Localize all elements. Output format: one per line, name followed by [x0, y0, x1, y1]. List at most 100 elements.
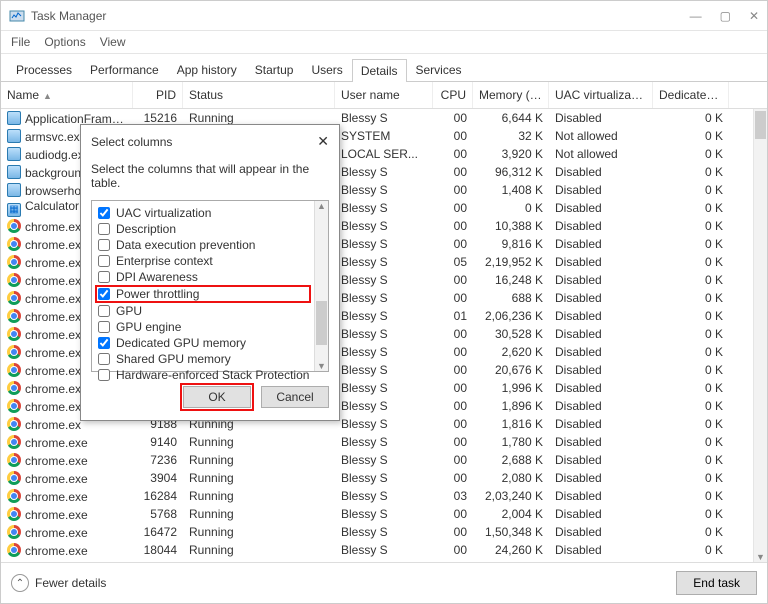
col-cpu[interactable]: CPU: [433, 82, 473, 108]
table-row[interactable]: chrome.exe16284RunningBlessy S032,03,240…: [1, 487, 767, 505]
scroll-down-arrow[interactable]: ▼: [754, 552, 767, 562]
process-pid: 3904: [133, 470, 183, 486]
tab-startup[interactable]: Startup: [246, 58, 303, 81]
titlebar[interactable]: Task Manager — ▢ ✕: [1, 1, 767, 31]
tab-details[interactable]: Details: [352, 59, 407, 82]
col-ded[interactable]: Dedicated ...: [653, 82, 729, 108]
tab-services[interactable]: Services: [407, 58, 471, 81]
process-pid: 9140: [133, 434, 183, 450]
process-icon: [7, 399, 21, 413]
end-task-button[interactable]: End task: [676, 571, 757, 595]
column-checkbox[interactable]: [98, 288, 110, 300]
table-row[interactable]: chrome.exe18044RunningBlessy S0024,260 K…: [1, 541, 767, 559]
col-status[interactable]: Status: [183, 82, 335, 108]
menu-file[interactable]: File: [11, 35, 30, 49]
column-checkbox[interactable]: [98, 305, 110, 317]
tab-app-history[interactable]: App history: [168, 58, 246, 81]
col-uac[interactable]: UAC virtualizati...: [549, 82, 653, 108]
column-checkbox[interactable]: [98, 207, 110, 219]
scrollbar-thumb[interactable]: [755, 111, 766, 139]
table-row[interactable]: chrome.exe5768RunningBlessy S002,004 KDi…: [1, 505, 767, 523]
column-checkbox[interactable]: [98, 239, 110, 251]
column-option[interactable]: UAC virtualization: [98, 205, 328, 221]
column-checkbox[interactable]: [98, 353, 110, 365]
table-row[interactable]: chrome.exe16472RunningBlessy S001,50,348…: [1, 523, 767, 541]
table-row[interactable]: chrome.exe3904RunningBlessy S002,080 KDi…: [1, 469, 767, 487]
column-option[interactable]: Enterprise context: [98, 253, 328, 269]
column-option-label: Shared GPU memory: [116, 352, 231, 366]
tab-bar: ProcessesPerformanceApp historyStartupUs…: [1, 54, 767, 82]
tab-performance[interactable]: Performance: [81, 58, 168, 81]
column-option[interactable]: GPU engine: [98, 319, 328, 335]
column-checkbox[interactable]: [98, 369, 110, 381]
process-mem: 30,528 K: [473, 326, 549, 342]
cancel-button[interactable]: Cancel: [261, 386, 329, 408]
process-icon: [7, 345, 21, 359]
ok-button[interactable]: OK: [183, 386, 251, 408]
list-scrollbar[interactable]: ▲ ▼: [314, 201, 328, 371]
process-cpu: 00: [433, 524, 473, 540]
select-columns-dialog: Select columns ✕ Select the columns that…: [80, 124, 340, 421]
table-row[interactable]: chrome.exe9140RunningBlessy S001,780 KDi…: [1, 433, 767, 451]
process-uac: Disabled: [549, 470, 653, 486]
process-uac: Disabled: [549, 308, 653, 324]
scroll-up-arrow[interactable]: ▲: [315, 201, 328, 211]
process-cpu: 00: [433, 200, 473, 216]
column-option[interactable]: Description: [98, 221, 328, 237]
process-status: Running: [183, 524, 335, 540]
maximize-button[interactable]: ▢: [720, 9, 731, 23]
process-cpu: 00: [433, 326, 473, 342]
process-ded: 0 K: [653, 200, 729, 216]
col-pid[interactable]: PID: [133, 82, 183, 108]
task-manager-icon: [9, 8, 25, 24]
fewer-details-button[interactable]: ⌃ Fewer details: [11, 574, 106, 592]
column-checkbox[interactable]: [98, 223, 110, 235]
process-user: Blessy S: [335, 542, 433, 558]
col-mem[interactable]: Memory (ac...: [473, 82, 549, 108]
minimize-button[interactable]: —: [690, 9, 702, 23]
process-name: chrome.ex: [25, 220, 81, 234]
process-ded: 0 K: [653, 308, 729, 324]
column-checkbox[interactable]: [98, 271, 110, 283]
process-name: chrome.ex: [25, 238, 81, 252]
process-cpu: 00: [433, 470, 473, 486]
process-cpu: 00: [433, 236, 473, 252]
process-name: chrome.exe: [25, 508, 88, 522]
tab-users[interactable]: Users: [302, 58, 351, 81]
col-name[interactable]: Name▲: [1, 82, 133, 108]
process-user: Blessy S: [335, 290, 433, 306]
process-uac: Disabled: [549, 344, 653, 360]
dialog-close-button[interactable]: ✕: [317, 133, 329, 150]
vertical-scrollbar[interactable]: ▲ ▼: [753, 109, 767, 562]
process-ded: 0 K: [653, 506, 729, 522]
process-user: Blessy S: [335, 326, 433, 342]
process-ded: 0 K: [653, 290, 729, 306]
column-option[interactable]: Data execution prevention: [98, 237, 328, 253]
menu-options[interactable]: Options: [44, 35, 85, 49]
process-name: chrome.ex: [25, 292, 81, 306]
close-button[interactable]: ✕: [749, 9, 759, 23]
process-user: Blessy S: [335, 506, 433, 522]
scrollbar-thumb[interactable]: [316, 301, 327, 345]
process-cpu: 00: [433, 416, 473, 432]
column-checkbox[interactable]: [98, 255, 110, 267]
column-option[interactable]: Hardware-enforced Stack Protection: [98, 367, 328, 383]
column-checkbox[interactable]: [98, 321, 110, 333]
column-option[interactable]: Shared GPU memory: [98, 351, 328, 367]
dialog-title: Select columns: [91, 135, 172, 149]
menu-view[interactable]: View: [100, 35, 126, 49]
col-user[interactable]: User name: [335, 82, 433, 108]
process-user: Blessy S: [335, 164, 433, 180]
process-icon: [7, 489, 21, 503]
column-checkbox[interactable]: [98, 337, 110, 349]
scroll-down-arrow[interactable]: ▼: [315, 361, 328, 371]
column-option[interactable]: Dedicated GPU memory: [98, 335, 328, 351]
process-icon: [7, 525, 21, 539]
column-option[interactable]: Power throttling: [96, 286, 310, 302]
tab-processes[interactable]: Processes: [7, 58, 81, 81]
process-uac: Disabled: [549, 218, 653, 234]
table-row[interactable]: chrome.exe7236RunningBlessy S002,688 KDi…: [1, 451, 767, 469]
column-option[interactable]: GPU: [98, 303, 328, 319]
column-option[interactable]: DPI Awareness: [98, 269, 328, 285]
process-cpu: 00: [433, 362, 473, 378]
